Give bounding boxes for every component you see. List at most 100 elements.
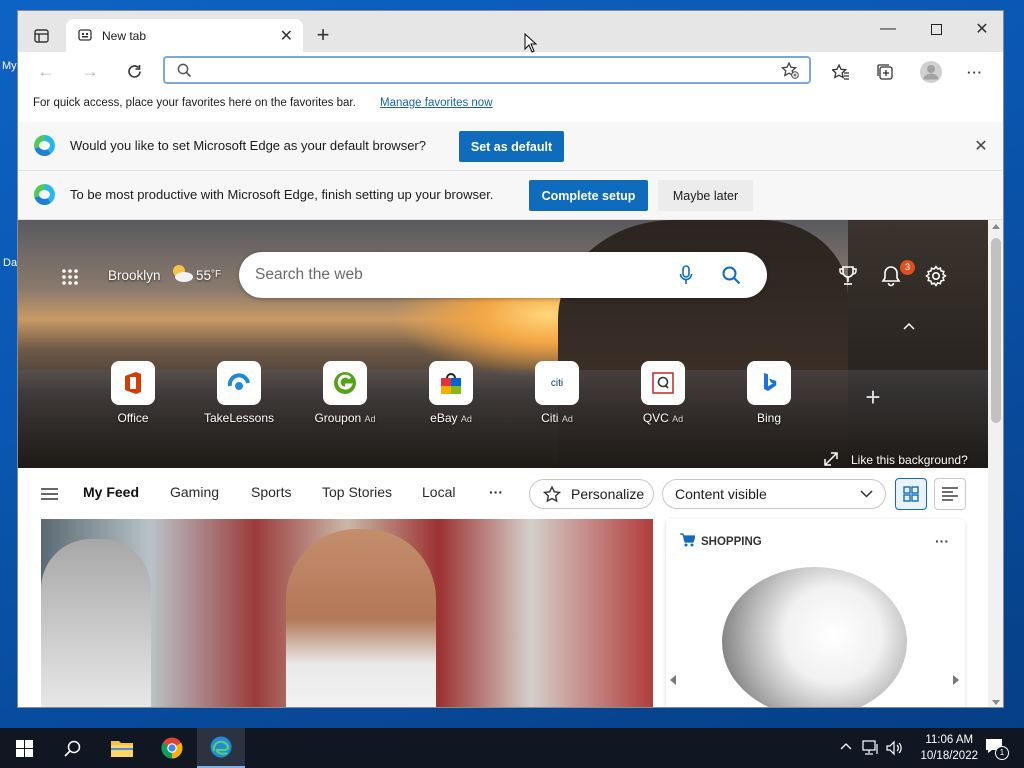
tab-title: New tab <box>102 29 147 43</box>
setup-message: To be most productive with Microsoft Edg… <box>70 187 494 202</box>
desktop-icon-label[interactable]: My <box>2 60 17 72</box>
mouse-cursor-icon <box>524 33 537 53</box>
feed-tab-sports[interactable]: Sports <box>251 484 291 500</box>
edge-logo-icon <box>34 184 55 205</box>
feed-more-button[interactable]: ··· <box>489 484 503 500</box>
bing-icon <box>747 361 791 405</box>
quick-link-takelessons[interactable]: TakeLessons <box>196 361 282 425</box>
new-tab-hero: Brooklyn 55 °F Search the web 3 Office T… <box>18 220 988 468</box>
edge-icon <box>210 736 232 758</box>
folder-icon <box>111 741 133 757</box>
ad-label: Ad <box>460 414 472 424</box>
microphone-icon[interactable] <box>679 265 693 285</box>
taskbar-file-explorer[interactable] <box>98 728 146 768</box>
quick-link-bing[interactable]: Bing <box>726 361 812 425</box>
notifications-bell-icon[interactable] <box>881 265 901 287</box>
close-tab-icon[interactable]: ✕ <box>280 26 293 46</box>
forward-icon[interactable]: → <box>80 61 100 81</box>
tab-new-tab[interactable]: New tab ✕ <box>66 19 303 52</box>
taskbar-chrome[interactable] <box>148 728 196 768</box>
refresh-icon[interactable] <box>124 61 144 81</box>
quick-link-label: Groupon <box>314 411 362 425</box>
quick-link-office[interactable]: Office <box>90 361 176 425</box>
quick-link-ebay[interactable]: eBay Ad <box>408 361 494 425</box>
page-scrollbar[interactable] <box>988 220 1003 707</box>
volume-icon[interactable] <box>886 740 902 756</box>
close-infobar-icon[interactable]: ✕ <box>971 136 991 156</box>
complete-setup-button[interactable]: Complete setup <box>529 180 648 211</box>
network-icon[interactable] <box>862 740 880 756</box>
quick-link-qvc[interactable]: QVC Ad <box>620 361 706 425</box>
taskbar-edge[interactable] <box>197 728 245 768</box>
takelessons-icon <box>217 361 261 405</box>
collections-icon[interactable] <box>874 61 896 83</box>
manage-favorites-link[interactable]: Manage favorites now <box>380 97 493 109</box>
carousel-prev-icon[interactable] <box>670 675 676 685</box>
favorites-bar: For quick access, place your favorites h… <box>18 90 1003 123</box>
add-quick-link-icon[interactable]: + <box>860 382 886 412</box>
app-launcher-icon[interactable] <box>58 265 82 289</box>
system-clock[interactable]: 11:06 AM 10/18/2022 <box>920 732 978 764</box>
tray-chevron-up-icon[interactable] <box>840 742 852 750</box>
ebay-bag-icon <box>429 361 473 405</box>
rewards-trophy-icon[interactable] <box>838 265 858 287</box>
feed-tab-local[interactable]: Local <box>422 484 455 500</box>
collapse-chevron-up-icon[interactable] <box>899 318 919 334</box>
grid-layout-button[interactable] <box>895 478 927 510</box>
back-icon[interactable]: ← <box>36 61 56 81</box>
quick-link-citi[interactable]: citi Citi Ad <box>514 361 600 425</box>
list-layout-button[interactable] <box>934 478 966 510</box>
quick-link-label: Citi <box>541 411 559 425</box>
scroll-up-arrow-icon[interactable] <box>992 224 1000 229</box>
tab-actions-icon[interactable] <box>30 25 52 47</box>
clock-date: 10/18/2022 <box>920 750 978 762</box>
favorites-icon[interactable] <box>830 61 852 83</box>
web-search-placeholder: Search the web <box>255 266 363 283</box>
product-image <box>722 567 907 707</box>
profile-avatar-icon[interactable] <box>918 59 944 85</box>
expand-icon <box>824 452 838 466</box>
feed-tab-top-stories[interactable]: Top Stories <box>322 484 392 500</box>
more-options-icon[interactable]: ··· <box>964 61 986 83</box>
new-tab-plus-icon[interactable]: + <box>312 22 334 47</box>
news-card-photo[interactable] <box>41 519 653 707</box>
set-as-default-button[interactable]: Set as default <box>459 131 564 162</box>
taskbar-search-button[interactable] <box>48 728 96 768</box>
citi-logo-text: citi <box>550 377 564 389</box>
settings-gear-icon[interactable] <box>925 265 947 287</box>
office-icon <box>111 361 155 405</box>
carousel-next-icon[interactable] <box>953 675 959 685</box>
personalize-button[interactable]: Personalize <box>529 479 654 509</box>
notification-count-badge: 1 <box>995 746 1009 760</box>
menu-hamburger-icon[interactable] <box>41 488 58 500</box>
maximize-icon[interactable] <box>922 17 950 41</box>
shopping-card[interactable]: SHOPPING ··· <box>666 519 965 707</box>
start-button[interactable] <box>0 728 48 768</box>
citi-icon: citi <box>535 361 579 405</box>
scroll-thumb[interactable] <box>991 238 1001 423</box>
shopping-label: SHOPPING <box>701 536 762 548</box>
minimize-icon[interactable]: — <box>874 17 902 41</box>
quick-link-label: TakeLessons <box>203 411 275 425</box>
shopping-more-button[interactable]: ··· <box>935 533 949 549</box>
web-search-box[interactable]: Search the web <box>239 252 767 298</box>
favorites-bar-message: For quick access, place your favorites h… <box>33 97 356 109</box>
search-icon[interactable] <box>722 266 741 285</box>
browser-window: New tab ✕ + — ✕ ← → ··· For quick access… <box>17 10 1004 708</box>
scroll-down-arrow-icon[interactable] <box>992 700 1000 705</box>
default-browser-message: Would you like to set Microsoft Edge as … <box>70 138 426 153</box>
quick-link-label: Bing <box>756 411 782 425</box>
content-visibility-dropdown[interactable]: Content visible <box>662 479 886 509</box>
action-center-button[interactable]: 1 <box>985 738 1009 760</box>
photo-person <box>41 539 151 707</box>
add-favorite-icon[interactable] <box>781 62 799 79</box>
address-input[interactable] <box>199 61 773 81</box>
quick-link-label: Office <box>117 411 149 425</box>
feed-tab-my-feed[interactable]: My Feed <box>83 484 139 500</box>
desktop-icon-label[interactable]: Da <box>3 257 17 269</box>
address-bar[interactable] <box>163 56 811 84</box>
quick-link-groupon[interactable]: Groupon Ad <box>302 361 388 425</box>
feed-tab-gaming[interactable]: Gaming <box>170 484 219 500</box>
close-window-icon[interactable]: ✕ <box>968 17 996 41</box>
maybe-later-button[interactable]: Maybe later <box>658 180 753 211</box>
